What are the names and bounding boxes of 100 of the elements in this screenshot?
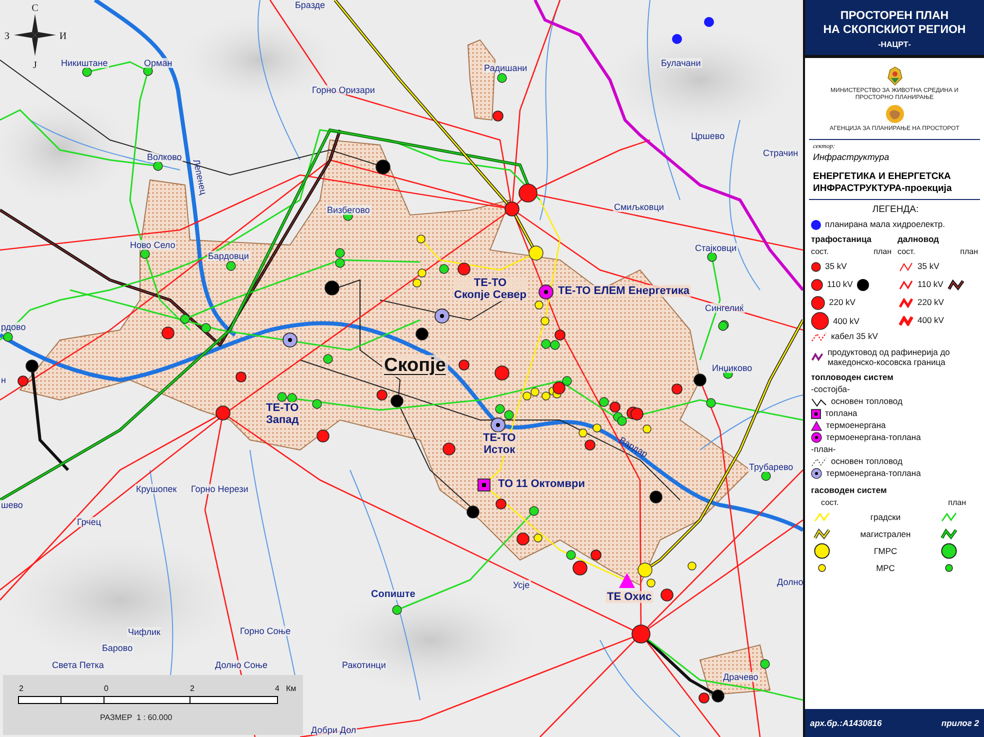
substation-marker: [572, 560, 588, 576]
plan-title: НА СКОПСКИОТ РЕГИОН: [823, 23, 966, 37]
power-plant-icon: [811, 420, 822, 430]
place-label: Сингелиќ: [704, 303, 745, 313]
coat-of-arms-icon: [886, 66, 904, 86]
planned-gas-station-marker: [335, 258, 345, 268]
planned-substation-marker: [416, 328, 428, 340]
legend-group-title: далновод: [898, 234, 940, 245]
legend-column-label: сост.: [811, 246, 829, 257]
substation-marker: [518, 184, 538, 202]
scale-tick-label: 4: [275, 684, 280, 693]
legend-group-title: трафостаница: [811, 234, 873, 245]
main-gas-line-icon: [813, 528, 831, 540]
legend-label: 110 kV: [918, 279, 944, 290]
legend-label: термоенергана: [826, 420, 886, 431]
legend-label: основен топловод: [831, 456, 902, 467]
plan-subtitle: -НАЦРТ-: [878, 40, 911, 49]
planned-substation-marker: [26, 360, 38, 372]
gas-station-icon: [814, 543, 830, 559]
planned-heating-pipeline-icon: [811, 456, 827, 466]
planned-substation-marker: [712, 690, 724, 702]
place-label: Света Петка: [51, 660, 105, 670]
place-label: Горно Соње: [239, 626, 292, 636]
scale-bar-icon: [18, 696, 278, 704]
scale-caption: РАЗМЕР 1 : 60.000: [100, 713, 172, 722]
substation-icon: [811, 262, 821, 272]
facility-label: ТЕ-ТО Запад: [265, 402, 300, 426]
planned-gas-station-marker: [323, 354, 333, 364]
compass-east-label: И: [59, 31, 67, 42]
planned-gas-station-marker: [439, 264, 449, 274]
substation-marker: [442, 442, 456, 456]
planned-cogeneration-plant-icon: [811, 468, 822, 479]
place-label: н: [0, 375, 7, 385]
place-label: Цршево: [690, 131, 726, 141]
substation-marker: [660, 588, 674, 602]
legend-label: топлана: [825, 408, 858, 419]
planned-gas-station-marker: [562, 376, 572, 386]
planned-gas-station-marker: [392, 605, 402, 615]
substation-marker: [552, 382, 566, 394]
facility-label: ТЕ-ТО ЕЛЕМ Енергетика: [557, 285, 691, 297]
plan-title: ПРОСТОРЕН ПЛАН: [840, 9, 949, 23]
legend-label: ГМРС: [874, 546, 898, 556]
facility-label: ТЕ-ТО Исток: [482, 432, 517, 456]
power-line-icon: [898, 280, 914, 290]
planned-gas-station-marker: [566, 550, 576, 560]
legend-label: 400 kV: [918, 315, 944, 326]
gas-station-marker: [528, 246, 544, 260]
power-plant-icon: [619, 573, 635, 588]
substation-marker: [458, 262, 470, 276]
facility-label: ТЕ-ТО Скопје Север: [453, 277, 528, 301]
legend-label: 220 kV: [829, 297, 856, 308]
place-label: Никиштане: [60, 58, 109, 68]
compass-west-label: З: [4, 31, 10, 42]
substation-marker: [516, 532, 530, 546]
power-line-icon: [898, 298, 914, 308]
planned-gas-station-marker: [82, 67, 92, 77]
gas-station-marker: [688, 562, 696, 570]
planned-substation-marker: [390, 394, 404, 408]
cable-line-icon: [811, 332, 827, 342]
gas-station-marker: [642, 424, 652, 434]
planned-gas-line-icon: [941, 512, 957, 522]
gas-station-marker: [542, 392, 550, 400]
gas-line-icon: [814, 512, 830, 522]
place-label: Орман: [143, 58, 174, 68]
legend-label: термоенергана-топлана: [826, 468, 921, 479]
river-label: Лепенец: [191, 158, 209, 196]
substation-marker: [630, 408, 644, 420]
compass-north-label: С: [32, 3, 38, 14]
planned-gas-station-marker: [599, 397, 609, 407]
planned-gas-station-marker: [529, 506, 539, 516]
substation-icon: [811, 278, 823, 290]
map-heading: ЕНЕРГЕТИКА И ЕНЕРГЕТСКА ИНФРАСТРУКТУРА-проекција: [813, 171, 953, 195]
planned-cogeneration-plant-icon: [490, 418, 506, 432]
planned-gas-station-marker: [550, 340, 560, 350]
place-label: Грчец: [76, 517, 102, 527]
legend-label: планирана мала хидроелектр.: [825, 219, 945, 230]
place-label: Ракотинци: [341, 660, 387, 670]
place-label: Стајковци: [694, 243, 738, 253]
substation-marker: [316, 430, 330, 442]
planned-substation-marker: [376, 160, 390, 174]
legend-label: 35 kV: [825, 261, 847, 272]
heating-plant-icon: [811, 408, 821, 418]
place-label: рдово: [0, 322, 27, 332]
compass-rose-icon: [14, 14, 56, 56]
scale-unit-label: Км: [286, 684, 296, 693]
scale-tick-label: 2: [190, 684, 194, 693]
substation-icon: [811, 312, 829, 330]
place-label: Горно Оризари: [311, 85, 376, 95]
place-label: Бардовци: [207, 251, 250, 261]
planned-gas-station-marker: [287, 393, 297, 403]
place-label: Усје: [512, 580, 531, 590]
hydro-plant-icon: [811, 220, 821, 230]
planned-gas-station-marker: [180, 314, 190, 324]
place-label: Булачани: [660, 58, 702, 68]
planned-substation-marker: [694, 374, 706, 386]
place-label: Горно Нерези: [190, 484, 250, 494]
substation-marker: [162, 326, 174, 340]
planned-gas-station-marker: [3, 332, 13, 342]
place-label: Барово: [101, 643, 134, 653]
planned-gas-station-marker: [201, 323, 211, 333]
